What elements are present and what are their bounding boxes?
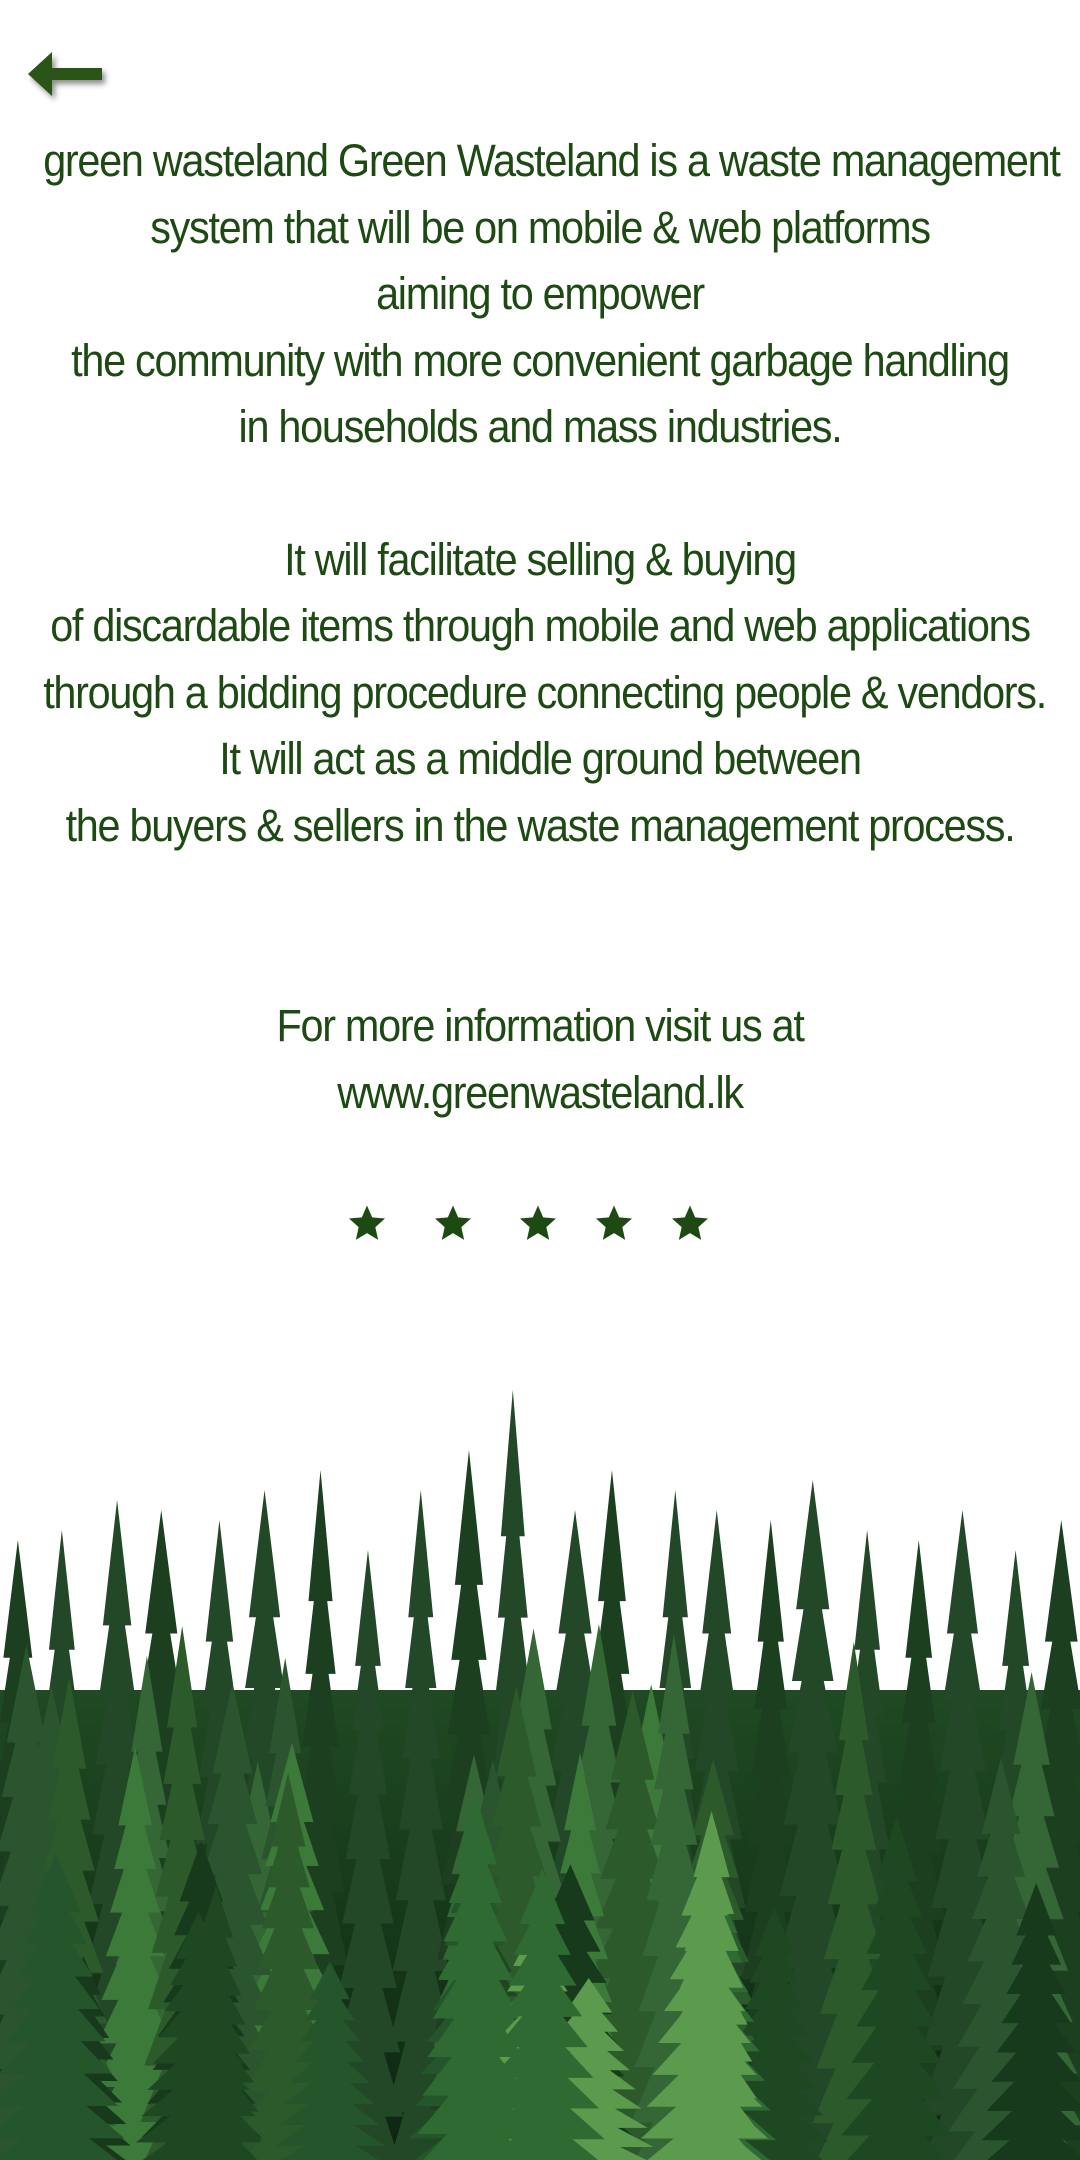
contact-info: For more information visit us at www.gre… bbox=[43, 993, 1037, 1126]
website-link[interactable]: www.greenwasteland.lk bbox=[43, 1060, 1037, 1127]
star-icon[interactable] bbox=[347, 1203, 387, 1243]
about-line: the community with more convenient garba… bbox=[71, 334, 1010, 386]
star-rating[interactable] bbox=[0, 1203, 1080, 1253]
star-icon[interactable] bbox=[433, 1203, 473, 1243]
back-button[interactable] bbox=[22, 44, 112, 104]
about-line: It will act as a middle ground between bbox=[219, 733, 862, 784]
star-icon[interactable] bbox=[594, 1203, 634, 1243]
about-screen: green wasteland Green Wasteland is a was… bbox=[0, 0, 1080, 2160]
arrow-left-icon bbox=[28, 52, 102, 96]
contact-intro: For more information visit us at bbox=[276, 1000, 804, 1051]
about-line: in households and mass industries. bbox=[238, 401, 843, 452]
about-line: of discardable items through mobile and … bbox=[50, 600, 1031, 651]
about-line: aiming to empower bbox=[376, 268, 705, 319]
about-line: It will facilitate selling & buying bbox=[284, 533, 797, 585]
about-description: green wasteland Green Wasteland is a was… bbox=[43, 128, 1061, 859]
forest-treeline-image bbox=[0, 1360, 1080, 2160]
about-line: through a bidding procedure connecting p… bbox=[43, 666, 1047, 718]
about-line: green wasteland Green Wasteland is a was… bbox=[43, 135, 1061, 186]
about-line: system that will be on mobile & web plat… bbox=[150, 201, 931, 253]
star-icon[interactable] bbox=[670, 1203, 710, 1243]
star-icon[interactable] bbox=[518, 1203, 558, 1243]
about-line: the buyers & sellers in the waste manage… bbox=[65, 799, 1016, 851]
